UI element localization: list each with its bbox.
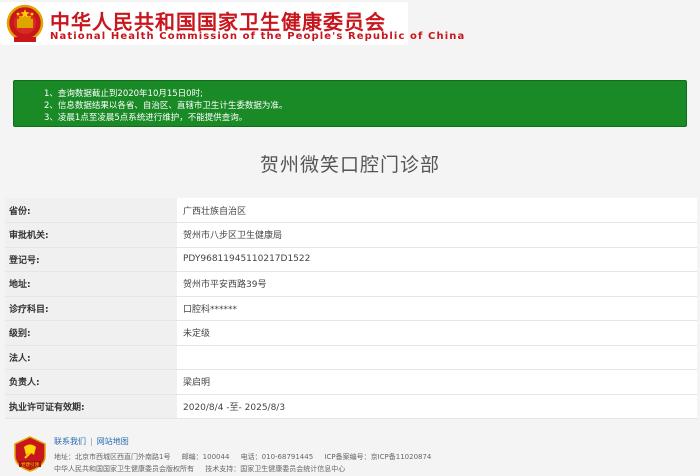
row-label: 诊疗科目: [5, 296, 177, 321]
row-label: 省份: [5, 198, 177, 223]
footer-links: 联系我们 | 网站地图 [54, 436, 129, 447]
table-row: 省份: 广西壮族自治区 [5, 198, 697, 223]
table-row: 负责人: 梁启明 [5, 369, 697, 395]
footer-copyright-line: 中华人民共和国国家卫生健康委员会版权所有 技术支持：国家卫生健康委员会统计信息中… [54, 464, 354, 474]
footer-copyright: 中华人民共和国国家卫生健康委员会版权所有 [54, 465, 194, 473]
footer-postcode: 邮编：100044 [181, 453, 230, 461]
logo-text: 党建引领 [21, 461, 39, 468]
row-label: 审批机关: [5, 222, 177, 248]
footer-support: 技术支持：国家卫生健康委员会统计信息中心 [205, 465, 346, 473]
notice-line: 3、凌晨1点至凌晨5点系统进行维护，不能提供查询。 [44, 113, 248, 123]
footer-contact-line: 地址：北京市西城区西直门外南路1号 邮编：100044 电话：010-68791… [54, 452, 440, 462]
notice-line: 2、信息数据结果以各省、自治区、直辖市卫生计生委数据为准。 [44, 101, 288, 111]
site-map-link[interactable]: 网站地图 [97, 437, 129, 446]
row-value: 未定级 [177, 320, 697, 346]
row-label: 登记号: [5, 247, 177, 272]
institution-info-table: 省份: 广西壮族自治区 审批机关: 贺州市八步区卫生健康局 登记号: PDY96… [5, 198, 697, 419]
row-label: 级别: [5, 320, 177, 346]
link-separator: | [90, 437, 93, 446]
row-label: 地址: [5, 271, 177, 297]
row-value: 2020/8/4 -至- 2025/8/3 [177, 394, 697, 419]
table-row: 审批机关: 贺州市八步区卫生健康局 [5, 222, 697, 248]
party-building-logo-icon: 党建引领 [14, 436, 46, 472]
row-value: 贺州市八步区卫生健康局 [177, 222, 697, 248]
row-value: 梁启明 [177, 369, 697, 395]
notice-line: 1、查询数据截止到2020年10月15日0时; [44, 89, 203, 99]
footer-phone: 电话：010-68791445 [240, 453, 314, 461]
table-row: 登记号: PDY96811945110217D1522 [5, 247, 697, 272]
row-label: 执业许可证有效期: [5, 394, 177, 419]
footer-address: 地址：北京市西城区西直门外南路1号 [54, 453, 171, 461]
row-value [177, 345, 697, 370]
row-value: PDY96811945110217D1522 [177, 247, 697, 272]
contact-us-link[interactable]: 联系我们 [54, 437, 86, 446]
table-row: 级别: 未定级 [5, 320, 697, 346]
row-value: 广西壮族自治区 [177, 198, 697, 223]
row-value: 口腔科****** [177, 296, 697, 321]
footer-icp[interactable]: ICP备案编号：京ICP备11020874 [324, 453, 431, 461]
row-label: 负责人: [5, 369, 177, 395]
table-row: 执业许可证有效期: 2020/8/4 -至- 2025/8/3 [5, 394, 697, 419]
site-footer: 党建引领 联系我们 | 网站地图 地址：北京市西城区西直门外南路1号 邮编：1000… [0, 428, 700, 476]
site-header: 中华人民共和国国家卫生健康委员会 National Health Commiss… [0, 0, 700, 50]
page-title: 贺州微笑口腔门诊部 [259, 154, 440, 176]
site-logo-banner[interactable]: 中华人民共和国国家卫生健康委员会 National Health Commiss… [0, 2, 464, 45]
site-title-en: National Health Commission of the People… [50, 31, 466, 42]
table-row: 法人: [5, 345, 697, 370]
table-row: 诊疗科目: 口腔科****** [5, 296, 697, 321]
row-value: 贺州市平安西路39号 [177, 271, 697, 297]
national-emblem-icon [6, 4, 44, 42]
table-row: 地址: 贺州市平安西路39号 [5, 271, 697, 297]
notice-box: 1、查询数据截止到2020年10月15日0时; 2、信息数据结果以各省、自治区、… [13, 80, 687, 127]
row-label: 法人: [5, 345, 177, 370]
